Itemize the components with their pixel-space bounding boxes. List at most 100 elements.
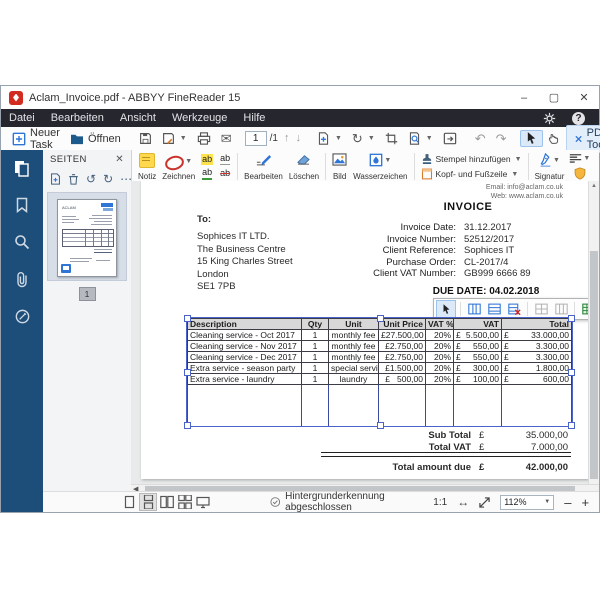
menu-werkzeuge[interactable]: Werkzeuge [164, 109, 235, 127]
open-button[interactable]: Öffnen [65, 132, 126, 146]
shield-icon[interactable] [574, 167, 586, 180]
menu-bearbeiten[interactable]: Bearbeiten [43, 109, 112, 127]
table-select-cursor[interactable] [436, 300, 456, 318]
pages-panel: SEITEN ✕ ↺ ↻ ⋯ ACLAM [43, 150, 132, 492]
panel-add-page-icon[interactable] [50, 173, 61, 185]
continuous-view-icon[interactable] [139, 493, 157, 511]
edit-text-button[interactable]: Bearbeiten [241, 151, 286, 182]
header-footer-icon [421, 168, 433, 180]
invoice-email: Email: info@aclam.co.uk [486, 183, 563, 192]
attachments-icon[interactable] [12, 269, 32, 289]
thumb-table [62, 229, 114, 247]
draw-button[interactable]: ▼Zeichnen [159, 151, 198, 182]
actual-size-button[interactable]: 1:1 [433, 497, 447, 508]
redaction-button[interactable]: ▼ [569, 153, 590, 163]
panel-close-icon[interactable]: ✕ [115, 154, 124, 165]
export-page-icon[interactable] [438, 131, 462, 146]
menu-ansicht[interactable]: Ansicht [112, 109, 164, 127]
rotate-page-button[interactable]: ↻▼ [347, 131, 380, 146]
help-icon[interactable]: ? [572, 112, 585, 125]
page-thumbnail[interactable]: ACLAM [57, 199, 117, 277]
facing-pages-view-icon[interactable] [159, 494, 175, 510]
fit-width-icon[interactable]: ↔ [457, 495, 469, 509]
watermark-icon [369, 153, 383, 167]
fullscreen-view-icon[interactable] [195, 494, 211, 510]
save-button[interactable] [134, 131, 157, 146]
neuer-task-button[interactable]: Neuer Task [7, 126, 65, 152]
pdf-tools-button[interactable]: PDF-Tools [566, 125, 600, 153]
pages-panel-title: SEITEN [50, 154, 87, 165]
menu-datei[interactable]: Datei [1, 109, 43, 127]
hand-tool-icon[interactable] [543, 131, 566, 146]
search-page-button[interactable]: ▼ [403, 131, 438, 146]
split-cells-icon[interactable] [552, 301, 570, 317]
main-toolbar: Neuer Task Öffnen ▼ ✉ /1 ↑ ↓ ▼ ↻▼ ▼ ↶ ↷ … [1, 127, 599, 151]
delete-cells-icon[interactable] [505, 301, 523, 317]
table-header-row: Description Qty Unit Unit Price VAT % VA… [188, 319, 572, 330]
redo-icon[interactable]: ↷ [491, 131, 512, 146]
menu-hilfe[interactable]: Hilfe [235, 109, 273, 127]
erase-button[interactable]: Löschen [286, 151, 322, 182]
vertical-scrollbar[interactable]: ▲ [588, 181, 599, 484]
close-button[interactable]: ✕ [569, 87, 599, 109]
facing-continuous-view-icon[interactable] [177, 494, 193, 510]
underline-text-button[interactable]: ab [202, 167, 212, 180]
text-markup-group: ab ab ab ab [198, 151, 234, 182]
undo-icon[interactable]: ↶ [470, 131, 491, 146]
insert-row-icon[interactable] [485, 301, 503, 317]
add-stamp-button[interactable]: Stempel hinzufügen▼ [421, 153, 522, 165]
highlight-text-button[interactable]: ab [201, 154, 213, 165]
eraser-icon [296, 153, 311, 166]
print-button[interactable] [192, 131, 216, 146]
check-circle-icon [270, 496, 281, 508]
save-as-button[interactable]: ▼ [157, 131, 192, 146]
add-page-button[interactable]: ▼ [312, 131, 347, 146]
bookmarks-icon[interactable] [12, 195, 32, 215]
page-up-icon[interactable]: ↑ [284, 133, 290, 144]
abbyy-x-icon [575, 133, 582, 145]
panel-delete-page-icon[interactable] [68, 173, 79, 185]
crop-icon[interactable] [380, 131, 403, 146]
rotate-left-icon[interactable]: ↺ [86, 172, 96, 186]
thumbnail-page-number[interactable]: 1 [79, 287, 96, 301]
scroll-up-icon[interactable]: ▲ [589, 183, 599, 189]
rotate-right-icon[interactable]: ↻ [103, 172, 113, 186]
single-page-view-icon[interactable] [121, 494, 137, 510]
select-cursor-tool[interactable] [520, 130, 543, 147]
invoice-table[interactable]: Description Qty Unit Unit Price VAT % VA… [187, 318, 572, 427]
page-down-icon[interactable]: ↓ [295, 133, 301, 144]
merge-cells-icon[interactable] [532, 301, 550, 317]
maximize-button[interactable]: ▢ [539, 87, 569, 109]
pages-panel-icon[interactable] [12, 158, 32, 178]
search-icon[interactable] [12, 232, 32, 252]
totals-rule [321, 452, 571, 457]
header-footer-button[interactable]: Kopf- und Fußzeile▼ [421, 168, 522, 180]
zoom-select[interactable]: 112%▼ [500, 495, 554, 510]
watermark-button[interactable]: ▼Wasserzeichen [350, 151, 410, 182]
zoom-in-button[interactable]: + [581, 495, 589, 510]
settings-gear-icon[interactable] [543, 112, 556, 125]
image-button[interactable]: Bild [329, 151, 350, 182]
digital-signature-icon[interactable] [12, 306, 32, 326]
invoice-page: Email: info@aclam.co.uk Web: www.aclam.c… [141, 181, 589, 479]
draw-ellipse-icon [164, 154, 186, 172]
note-button[interactable]: Notiz [135, 151, 159, 182]
app-logo-icon [9, 91, 23, 105]
strikethrough-text-button[interactable]: ab [220, 168, 230, 179]
vertical-scroll-thumb[interactable] [590, 251, 598, 479]
signature-button[interactable]: ▼Signatur [532, 151, 568, 182]
table-row: Extra service - laundry1laundry£ 500,002… [188, 374, 572, 385]
table-row: Cleaning service - Nov 20171monthly fee£… [188, 341, 572, 352]
insert-text-button[interactable]: ab [220, 153, 230, 165]
signature-pen-icon [539, 153, 552, 167]
page-total-label: /1 [270, 133, 278, 144]
email-icon[interactable]: ✉ [216, 131, 237, 146]
total-due-row: Total amount due£42.000,00 [321, 462, 568, 473]
insert-column-icon[interactable] [465, 301, 483, 317]
subtotal-row: Sub Total£35.000,00 [321, 430, 568, 441]
thumb-annotation-badge [61, 264, 71, 273]
minimize-button[interactable]: – [509, 87, 539, 109]
zoom-out-button[interactable]: – [564, 495, 571, 510]
fit-page-icon[interactable] [479, 497, 490, 508]
page-number-input[interactable] [245, 131, 267, 146]
